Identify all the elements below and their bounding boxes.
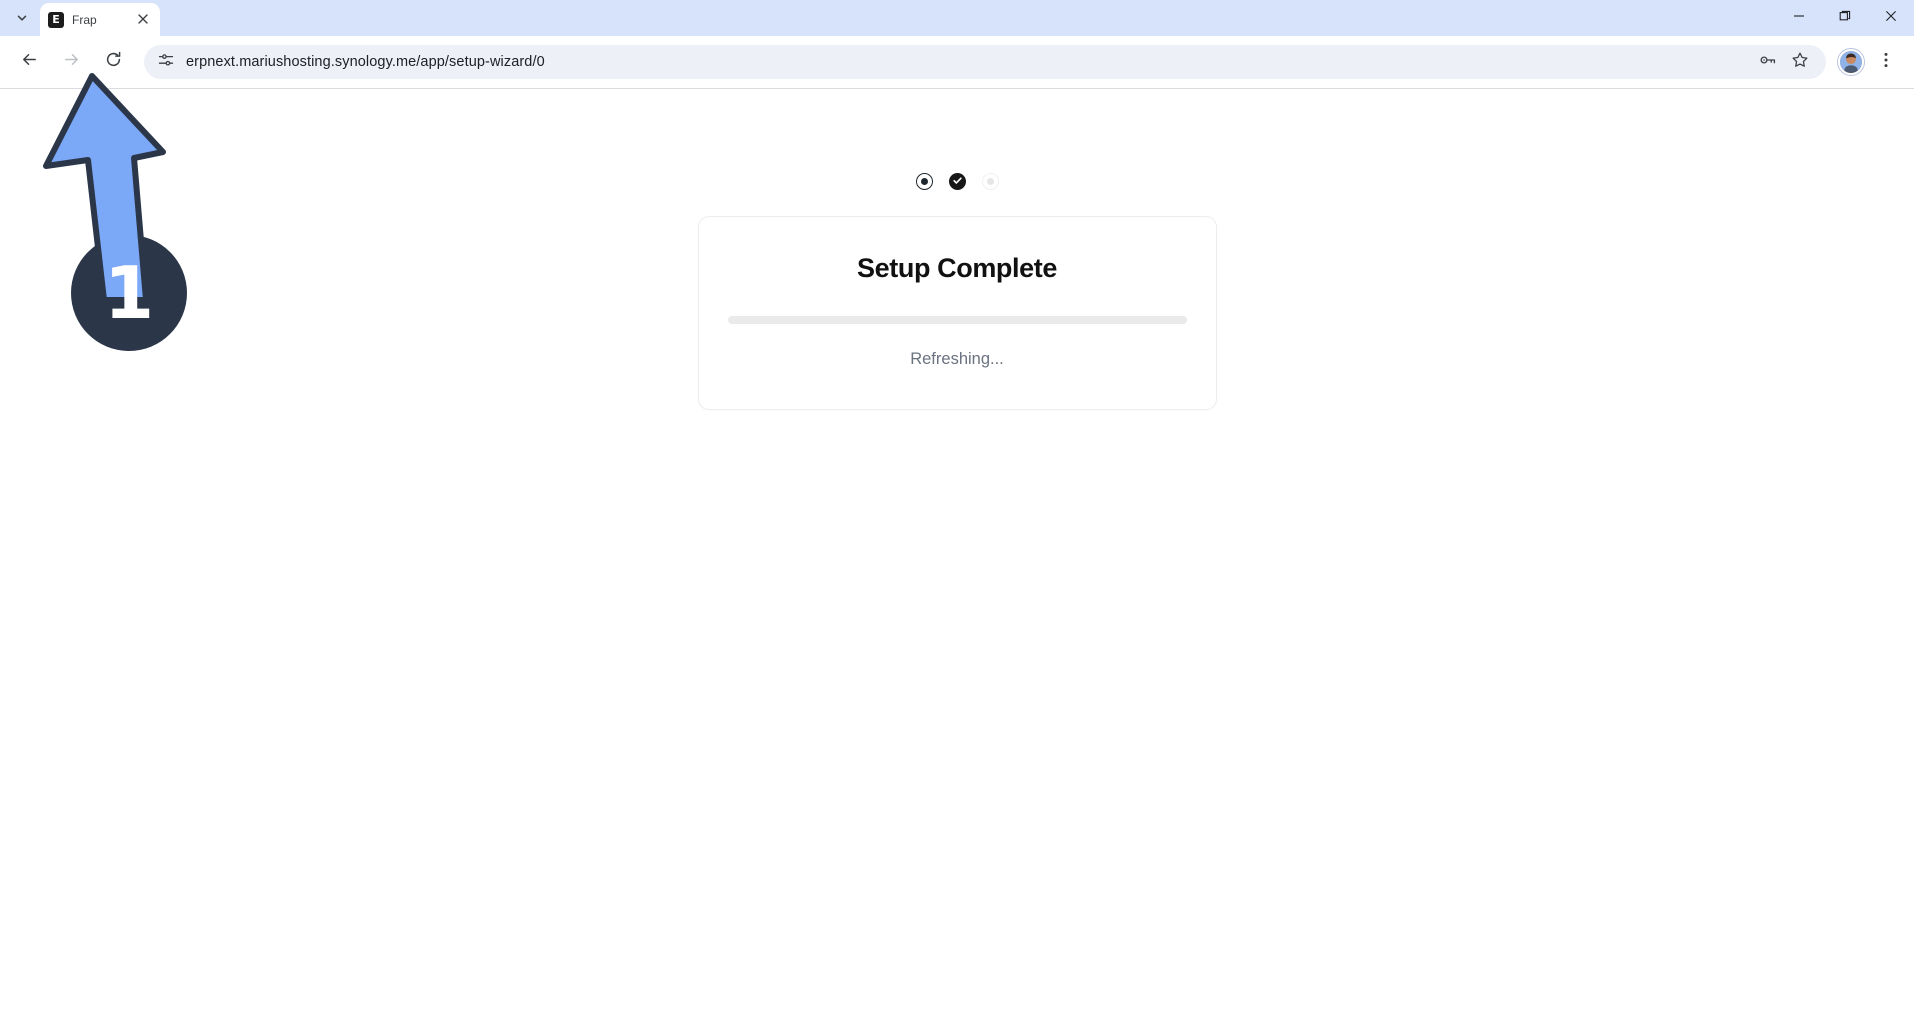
browser-window: E Frap erpnext.mariushosting.synology.me… bbox=[0, 0, 1914, 1025]
page-title: Setup Complete bbox=[857, 253, 1057, 283]
bookmark-button[interactable] bbox=[1786, 48, 1814, 76]
wizard-step-2[interactable] bbox=[948, 173, 966, 191]
setup-complete-card: Setup Complete Refreshing... bbox=[697, 216, 1217, 410]
minimize-button[interactable] bbox=[1776, 0, 1822, 36]
close-icon bbox=[138, 11, 148, 29]
wizard-step-3[interactable] bbox=[981, 173, 999, 190]
step-dot-icon bbox=[986, 178, 994, 185]
close-window-button[interactable] bbox=[1868, 0, 1914, 36]
profile-avatar[interactable] bbox=[1837, 48, 1865, 76]
tab-search-button[interactable] bbox=[8, 4, 36, 32]
browser-tab[interactable]: E Frap bbox=[40, 3, 160, 36]
forward-arrow-icon bbox=[62, 50, 81, 74]
setup-wizard: Setup Complete Refreshing... bbox=[0, 173, 1914, 410]
key-icon bbox=[1759, 51, 1777, 74]
chevron-down-icon bbox=[16, 12, 28, 24]
reload-button[interactable] bbox=[96, 45, 130, 79]
step-dot-icon bbox=[920, 178, 928, 185]
close-icon bbox=[1885, 9, 1897, 27]
omnibox[interactable]: erpnext.mariushosting.synology.me/app/se… bbox=[144, 45, 1826, 79]
omnibox-actions bbox=[1754, 48, 1814, 76]
maximize-icon bbox=[1839, 9, 1851, 27]
check-icon bbox=[952, 173, 963, 191]
back-button[interactable] bbox=[12, 45, 46, 79]
wizard-step-indicators bbox=[915, 173, 999, 191]
back-arrow-icon bbox=[20, 50, 39, 74]
forward-button[interactable] bbox=[54, 45, 88, 79]
window-controls bbox=[1776, 0, 1914, 36]
three-dot-menu-icon bbox=[1877, 51, 1895, 74]
tune-settings-icon bbox=[158, 52, 174, 73]
password-manager-button[interactable] bbox=[1754, 48, 1782, 76]
page-viewport: Setup Complete Refreshing... bbox=[0, 89, 1914, 1025]
minimize-icon bbox=[1793, 9, 1805, 27]
wizard-step-1[interactable] bbox=[915, 173, 933, 190]
maximize-button[interactable] bbox=[1822, 0, 1868, 36]
avatar-illustration bbox=[1840, 51, 1862, 73]
tab-strip: E Frap bbox=[0, 0, 1914, 36]
favicon-glyph: E bbox=[52, 13, 60, 26]
tab-close-button[interactable] bbox=[134, 11, 152, 29]
frappe-favicon: E bbox=[48, 11, 64, 28]
reload-icon bbox=[104, 50, 123, 74]
site-settings-button[interactable] bbox=[154, 50, 178, 74]
browser-menu-button[interactable] bbox=[1870, 46, 1902, 78]
tab-title: Frap bbox=[72, 12, 97, 27]
browser-toolbar: erpnext.mariushosting.synology.me/app/se… bbox=[0, 36, 1914, 88]
progress-bar bbox=[727, 316, 1187, 324]
status-text: Refreshing... bbox=[910, 350, 1004, 368]
url-text[interactable]: erpnext.mariushosting.synology.me/app/se… bbox=[186, 54, 1754, 70]
star-icon bbox=[1791, 51, 1809, 74]
